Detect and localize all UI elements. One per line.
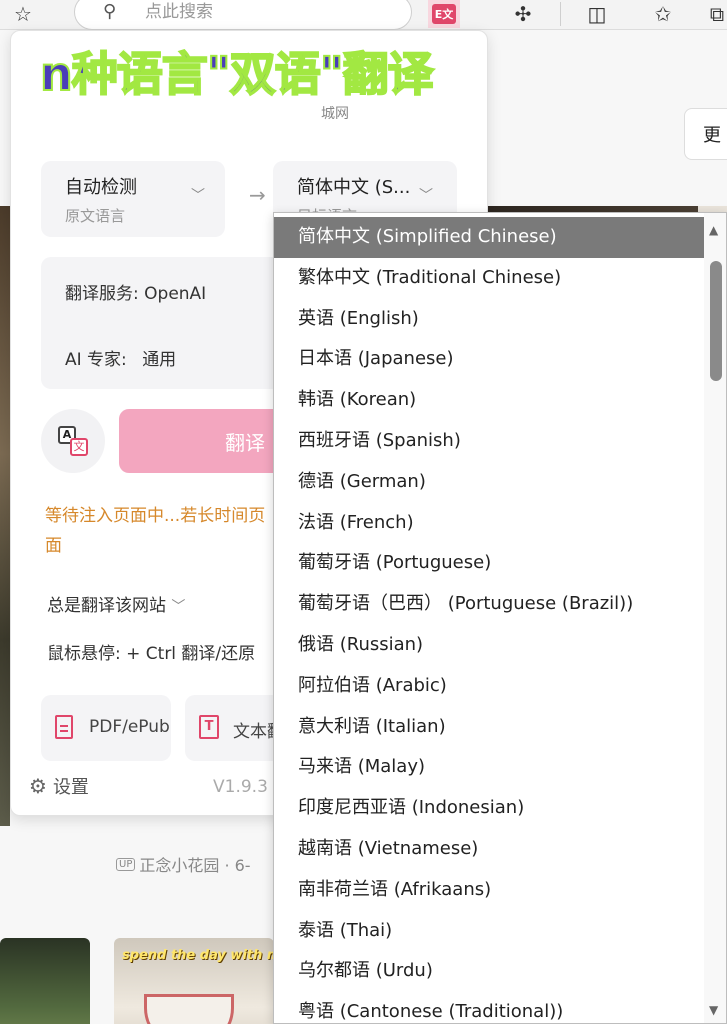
search-icon: ⚲ bbox=[103, 1, 117, 22]
language-option[interactable]: 韩语 (Korean) bbox=[274, 380, 704, 421]
language-option[interactable]: 繁体中文 (Traditional Chinese) bbox=[274, 258, 704, 299]
target-language-dropdown[interactable]: 简体中文 (Simplified Chinese) 繁体中文 (Tradition… bbox=[273, 212, 727, 1024]
promo-banner: n种语言"双语"翻译 bbox=[39, 46, 435, 102]
scrollbar-thumb[interactable] bbox=[710, 261, 722, 381]
language-option[interactable]: 南非荷兰语 (Afrikaans) bbox=[274, 870, 704, 911]
document-icon bbox=[55, 715, 73, 739]
language-option[interactable]: 阿拉伯语 (Arabic) bbox=[274, 666, 704, 707]
settings-button[interactable]: ⚙ 设置 bbox=[29, 773, 89, 799]
language-option[interactable]: 日本语 (Japanese) bbox=[274, 339, 704, 380]
scroll-up-arrow-icon[interactable]: ▲ bbox=[709, 223, 718, 237]
language-option[interactable]: 粤语 (Cantonese (Traditional)) bbox=[274, 992, 704, 1023]
video-thumbnail-left[interactable] bbox=[0, 938, 90, 1024]
browser-toolbar: ☆ ⚲ E文 ✣ ◫ ✩ ⧉ bbox=[0, 0, 727, 30]
video-thumbnail-edge[interactable] bbox=[0, 206, 10, 826]
language-option[interactable]: 俄语 (Russian) bbox=[274, 625, 704, 666]
waiting-message: 等待注入页面中...若长时间页面 bbox=[45, 506, 266, 556]
translate-icon: A文 bbox=[58, 426, 88, 456]
pdf-epub-card[interactable]: PDF/ePub bbox=[41, 695, 171, 761]
extensions-puzzle-icon[interactable]: ✣ bbox=[506, 0, 540, 28]
ai-expert[interactable]: AI 专家: 通用 bbox=[65, 345, 176, 370]
service-value: OpenAI bbox=[144, 284, 207, 304]
favorite-star-icon[interactable]: ☆ bbox=[6, 0, 40, 28]
favorites-icon[interactable]: ✩ bbox=[646, 0, 680, 28]
cup-image bbox=[144, 994, 234, 1024]
toolbar-divider bbox=[560, 2, 561, 26]
translate-extension-button[interactable]: E文 bbox=[428, 0, 460, 28]
language-option[interactable]: 葡萄牙语 (Portuguese) bbox=[274, 543, 704, 584]
partial-heading: 城网 bbox=[321, 106, 349, 122]
pdf-epub-label: PDF/ePub bbox=[89, 717, 170, 737]
settings-label: 设置 bbox=[52, 777, 89, 798]
video-thumbnail-mid[interactable]: spend the day with me! bbox=[114, 938, 274, 1024]
source-language-value: 自动检测 bbox=[65, 177, 137, 198]
language-option[interactable]: 简体中文 (Simplified Chinese) bbox=[274, 217, 704, 258]
ai-expert-label: AI 专家: bbox=[65, 350, 127, 370]
translate-mode-button[interactable]: A文 bbox=[41, 409, 105, 473]
collections-icon[interactable]: ⧉ bbox=[700, 0, 727, 28]
source-language-label: 原文语言 bbox=[65, 207, 126, 225]
language-option[interactable]: 西班牙语 (Spanish) bbox=[274, 421, 704, 462]
language-option-list: 简体中文 (Simplified Chinese) 繁体中文 (Tradition… bbox=[274, 217, 704, 1023]
language-option[interactable]: 越南语 (Vietnamese) bbox=[274, 829, 704, 870]
scroll-down-arrow-icon[interactable]: ▼ bbox=[709, 1003, 718, 1017]
service-label: 翻译服务: bbox=[65, 284, 139, 304]
gear-icon: ⚙ bbox=[29, 774, 47, 798]
split-screen-icon[interactable]: ◫ bbox=[580, 0, 614, 28]
translate-extension-icon: E文 bbox=[431, 4, 457, 24]
language-option[interactable]: 德语 (German) bbox=[274, 462, 704, 503]
language-option[interactable]: 乌尔都语 (Urdu) bbox=[274, 951, 704, 992]
language-option[interactable]: 英语 (English) bbox=[274, 299, 704, 340]
language-option[interactable]: 泰语 (Thai) bbox=[274, 911, 704, 952]
hover-shortcut-hint[interactable]: 鼠标悬停: + Ctrl 翻译/还原 bbox=[47, 639, 277, 664]
always-translate-toggle[interactable]: 总是翻译该网站 ﹀ bbox=[47, 591, 185, 616]
translation-service[interactable]: 翻译服务: OpenAI bbox=[65, 279, 206, 304]
always-translate-label: 总是翻译该网站 bbox=[47, 596, 166, 616]
target-language-value: 简体中文 (S... bbox=[297, 177, 411, 198]
thumbnail-caption: spend the day with me! bbox=[122, 948, 274, 963]
uploader-info[interactable]: UP 正念小花园 · 6- bbox=[116, 852, 251, 876]
language-option[interactable]: 法语 (French) bbox=[274, 503, 704, 544]
dropdown-scrollbar[interactable]: ▲ ▼ bbox=[704, 213, 726, 1023]
source-language-select[interactable]: 自动检测 原文语言 ﹀ bbox=[41, 161, 225, 237]
version-label: V1.9.3 bbox=[213, 777, 268, 797]
arrow-right-icon: → bbox=[249, 183, 266, 207]
uploader-badge-icon: UP bbox=[116, 857, 136, 871]
uploader-name: 正念小花园 · 6- bbox=[139, 856, 251, 875]
language-option[interactable]: 马来语 (Malay) bbox=[274, 747, 704, 788]
ai-expert-value: 通用 bbox=[142, 350, 177, 370]
chevron-down-icon: ﹀ bbox=[419, 188, 433, 204]
translate-button[interactable]: 翻译 bbox=[119, 409, 289, 473]
search-box[interactable]: ⚲ bbox=[74, 0, 412, 30]
service-settings: 翻译服务: OpenAI AI 专家: 通用 bbox=[41, 257, 281, 389]
chevron-down-icon: ﹀ bbox=[171, 599, 186, 615]
text-translate-card[interactable]: T 文本翻译 bbox=[185, 695, 285, 761]
more-button[interactable]: 更 bbox=[684, 108, 727, 160]
language-option[interactable]: 印度尼西亚语 (Indonesian) bbox=[274, 788, 704, 829]
search-input[interactable] bbox=[145, 1, 395, 23]
language-option[interactable]: 意大利语 (Italian) bbox=[274, 707, 704, 748]
chevron-down-icon: ﹀ bbox=[191, 188, 205, 204]
text-icon: T bbox=[199, 715, 219, 739]
language-option[interactable]: 葡萄牙语（巴西） (Portuguese (Brazil)) bbox=[274, 584, 704, 625]
